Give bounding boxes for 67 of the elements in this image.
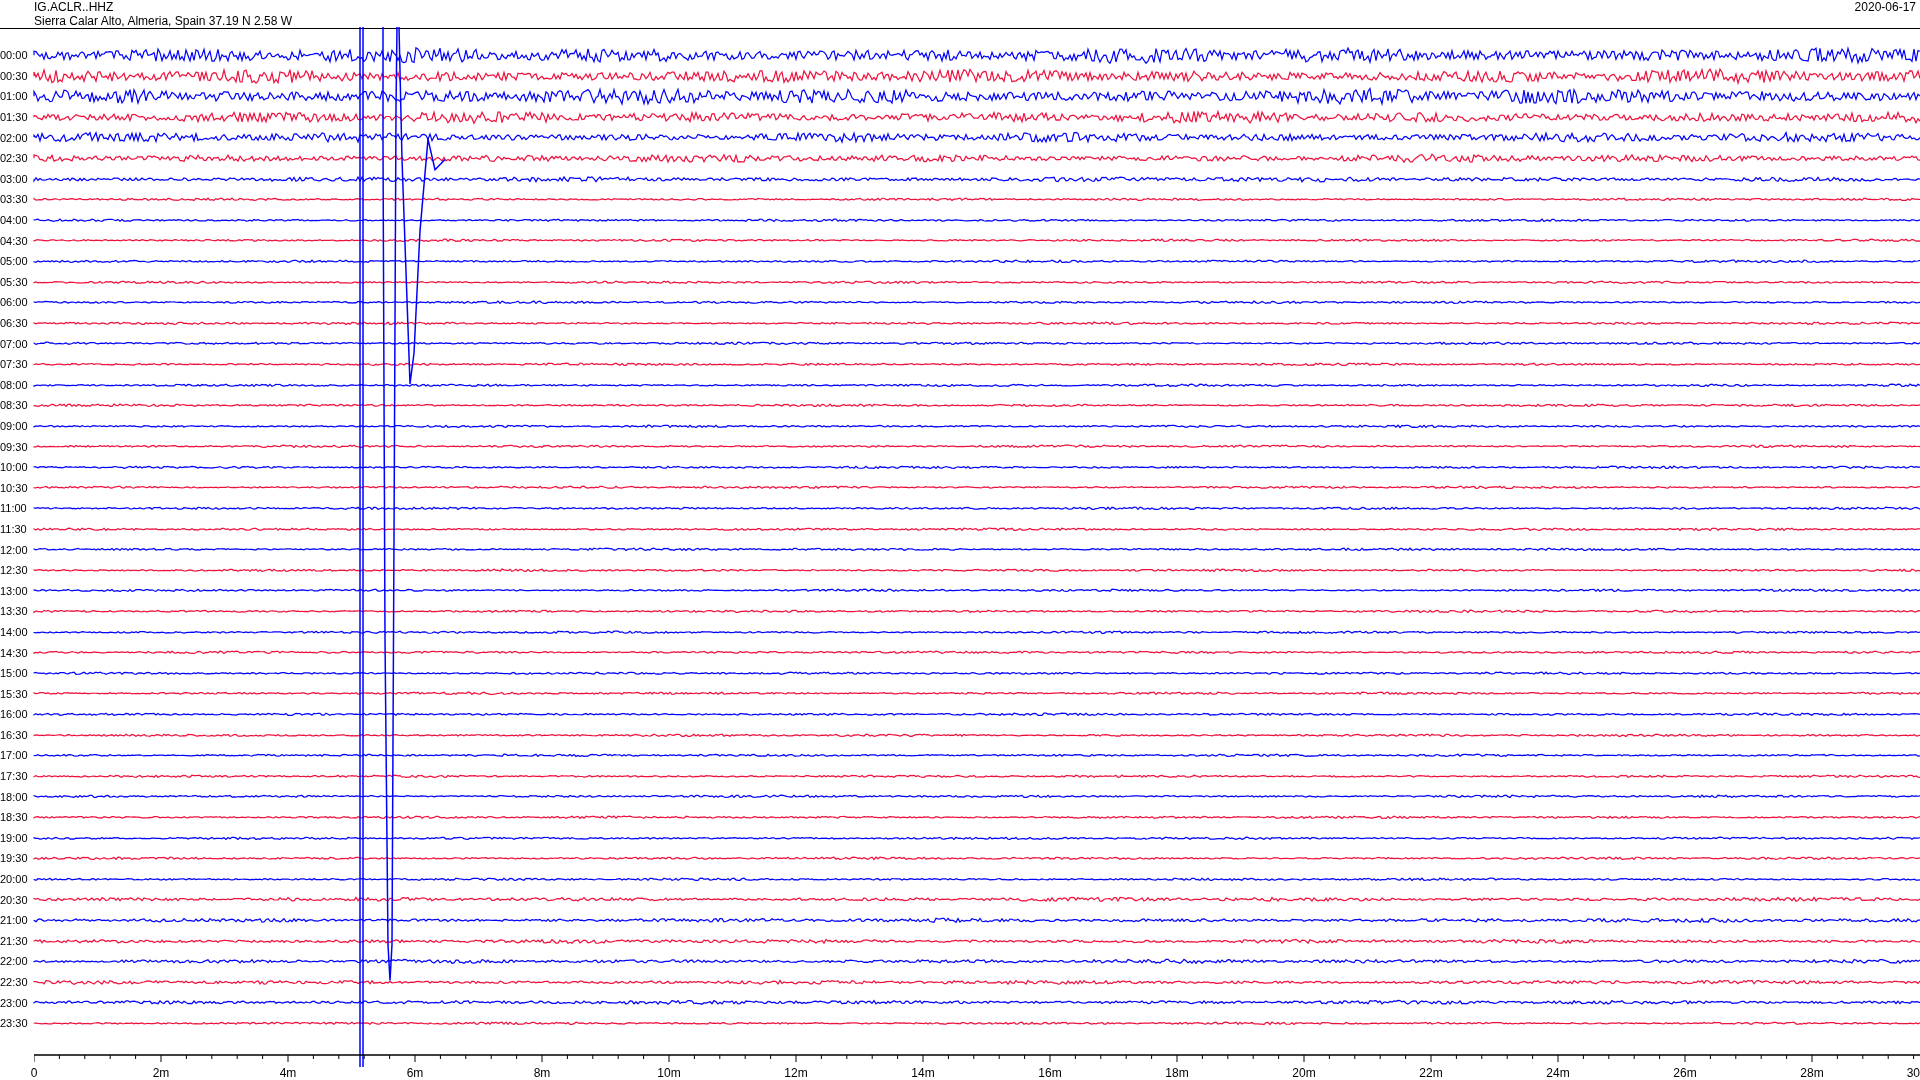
axis-tick-label: 24m [1546, 1065, 1570, 1080]
station-code: IG.ACLR..HHZ [34, 0, 115, 14]
hour-label: 03:30 [0, 193, 29, 206]
hour-label: 00:30 [0, 69, 29, 82]
hour-label: 08:00 [0, 378, 29, 391]
hour-label: 16:30 [0, 728, 29, 741]
hour-label: 08:30 [0, 399, 29, 412]
axis-tick-label: 28m [1800, 1065, 1824, 1080]
hour-label: 05:30 [0, 275, 29, 288]
axis-tick-label: 0 [30, 1065, 38, 1080]
hour-label: 12:00 [0, 543, 29, 556]
hour-label: 04:00 [0, 214, 29, 227]
axis-tick-label: 18m [1165, 1065, 1189, 1080]
hour-label: 22:00 [0, 955, 29, 968]
hour-label: 17:30 [0, 770, 29, 783]
hour-label: 10:00 [0, 461, 29, 474]
hour-label: 09:00 [0, 420, 29, 432]
axis-tick-label: 10m [657, 1065, 681, 1080]
date-label: 2020-06-17 [1854, 0, 1916, 14]
hour-label: 19:30 [0, 852, 29, 865]
axis-tick-label: 4m [279, 1065, 297, 1080]
axis-tick-label: 6m [406, 1065, 424, 1080]
hour-label: 21:00 [0, 914, 29, 927]
axis-tick-label: 16m [1038, 1065, 1062, 1080]
hour-label: 17:00 [0, 749, 29, 762]
hour-label: 09:30 [0, 440, 29, 453]
hour-label: 04:30 [0, 234, 29, 247]
hour-label: 11:30 [0, 522, 28, 535]
hour-label: 14:00 [0, 625, 29, 638]
hour-label: 13:30 [0, 605, 29, 618]
hour-label: 12:30 [0, 564, 29, 577]
hour-label: 13:00 [0, 584, 29, 597]
hour-label: 11:00 [0, 502, 28, 515]
hour-label: 07:00 [0, 337, 29, 350]
hour-label: 18:00 [0, 790, 29, 803]
station-location: Sierra Calar Alto, Almeria, Spain 37.19 N 2.58 W [34, 14, 293, 28]
hour-label: 01:30 [0, 111, 29, 124]
hour-label: 14:30 [0, 646, 29, 659]
axis-tick-label: 22m [1419, 1065, 1443, 1080]
axis-tick-label: 8m [533, 1065, 551, 1080]
hour-label: 20:30 [0, 893, 29, 906]
hour-label: 07:30 [0, 358, 29, 371]
hour-label: 01:00 [0, 90, 29, 103]
hour-label: 23:30 [0, 1017, 29, 1030]
axis-tick-label: 2m [152, 1065, 170, 1080]
hour-label: 20:00 [0, 873, 29, 886]
hour-label: 21:30 [0, 934, 29, 947]
hour-label: 15:30 [0, 687, 29, 700]
hour-label: 10:30 [0, 481, 29, 494]
axis-tick-label: 20m [1292, 1065, 1316, 1080]
hour-label: 06:00 [0, 296, 29, 309]
hour-label: 23:00 [0, 996, 29, 1009]
axis-tick-label: 14m [911, 1065, 935, 1080]
hour-label: 16:00 [0, 708, 29, 721]
hour-label: 02:30 [0, 152, 29, 165]
hour-label: 03:00 [0, 172, 29, 185]
hour-label: 05:00 [0, 255, 29, 268]
axis-tick-label: 26m [1673, 1065, 1697, 1080]
axis-tick-label: 30 [1906, 1065, 1920, 1080]
hour-label: 18:30 [0, 811, 29, 824]
hour-label: 15:00 [0, 667, 29, 680]
axis-tick-label: 12m [784, 1065, 808, 1080]
hour-label: 00:00 [0, 49, 29, 62]
hour-label: 19:00 [0, 831, 29, 844]
hour-label: 02:00 [0, 131, 29, 144]
hour-label: 22:30 [0, 976, 29, 988]
hour-label: 06:30 [0, 317, 29, 329]
